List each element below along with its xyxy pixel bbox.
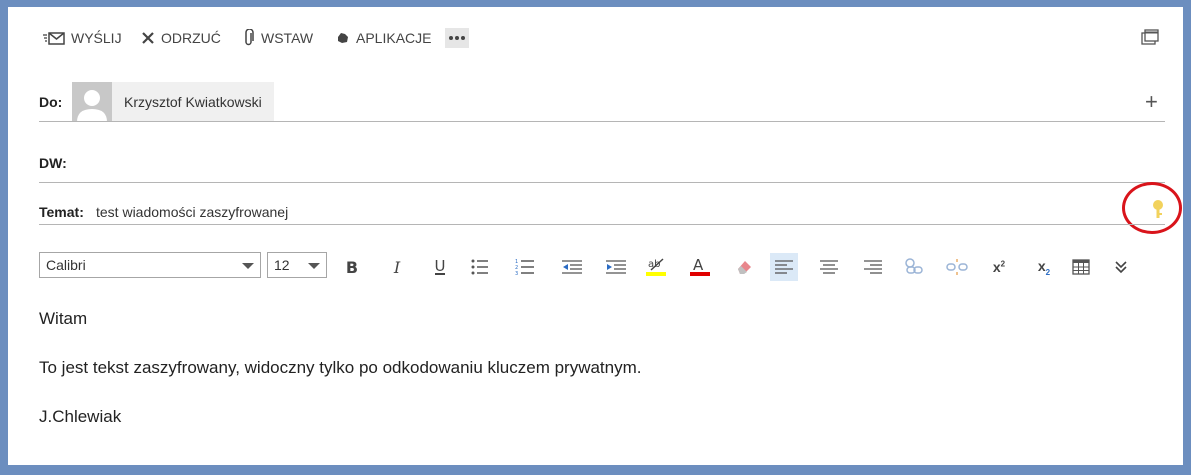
send-label: WYŚLIJ [71, 30, 122, 46]
paperclip-icon [245, 29, 254, 46]
message-line: To jest tekst zaszyfrowany, widoczny tyl… [39, 358, 642, 377]
insert-label: WSTAW [261, 30, 314, 46]
font-select[interactable]: Calibri [39, 252, 261, 278]
cc-label: DW: [39, 155, 67, 171]
numbering-button[interactable]: 1 2 3 [511, 253, 539, 281]
align-left-icon [775, 260, 793, 274]
apps-icon [338, 33, 348, 43]
insert-button[interactable]: WSTAW [243, 23, 313, 53]
svg-text:3: 3 [515, 271, 518, 276]
more-formatting-button[interactable] [1107, 253, 1135, 281]
underline-button[interactable]: U [426, 253, 454, 281]
outdent-icon [562, 260, 582, 274]
recipient-chip[interactable]: Krzysztof Kwiatkowski [72, 82, 274, 122]
message-line: Witam [39, 309, 88, 328]
chevron-down-icon [242, 263, 254, 269]
chevron-down-icon [308, 263, 320, 269]
link-icon [905, 258, 923, 274]
send-button[interactable]: WYŚLIJ [43, 23, 122, 53]
double-chevron-down-icon [1115, 261, 1127, 274]
cc-divider [39, 182, 1165, 183]
numbered-list-icon: 1 2 3 [515, 259, 534, 276]
subject-label: Temat: [39, 204, 84, 220]
avatar [72, 82, 112, 122]
send-icon [43, 32, 65, 45]
highlight-icon: ab [646, 258, 666, 276]
font-color-icon: A [690, 256, 710, 276]
remove-link-button[interactable] [943, 253, 971, 281]
to-label: Do: [39, 94, 63, 110]
superscript-button[interactable]: x2 [985, 253, 1013, 281]
svg-text:A: A [693, 256, 704, 274]
subscript-icon: x2 [1037, 257, 1051, 277]
discard-button[interactable]: ODRZUĆ [141, 23, 221, 53]
unlink-icon [946, 259, 968, 275]
discard-icon [142, 32, 154, 44]
bullets-button[interactable] [466, 253, 494, 281]
indent-icon [606, 260, 626, 274]
decrease-indent-button[interactable] [558, 253, 586, 281]
increase-indent-button[interactable] [602, 253, 630, 281]
svg-text:ab: ab [648, 259, 660, 270]
popout-icon [1141, 29, 1159, 45]
italic-icon: I [393, 257, 401, 277]
discard-label: ODRZUĆ [161, 30, 221, 46]
table-icon [1072, 259, 1090, 275]
message-line: J.Chlewiak [39, 407, 122, 426]
align-right-icon [864, 260, 882, 274]
command-bar: WYŚLIJ ODRZUĆ WSTAW APLIKACJE [8, 23, 1183, 53]
font-value: Calibri [46, 257, 86, 273]
bullet-list-icon [471, 259, 488, 275]
to-divider [39, 121, 1165, 122]
align-center-icon [820, 260, 838, 274]
align-center-button[interactable] [815, 253, 843, 281]
font-size-value: 12 [274, 257, 290, 273]
cc-field[interactable] [78, 147, 1158, 179]
add-recipient-icon[interactable]: + [1145, 91, 1158, 113]
more-button[interactable] [445, 28, 469, 48]
recipient-name: Krzysztof Kwiatkowski [124, 94, 262, 110]
font-size-select[interactable]: 12 [267, 252, 327, 278]
font-color-button[interactable]: A [686, 253, 714, 281]
apps-label: APLIKACJE [356, 30, 432, 46]
insert-table-button[interactable] [1067, 253, 1095, 281]
apps-button[interactable]: APLIKACJE [336, 23, 431, 53]
bold-icon: B [345, 257, 359, 277]
annotation-circle [1122, 182, 1182, 234]
subject-field[interactable]: test wiadomości zaszyfrowanej [96, 204, 288, 220]
insert-link-button[interactable] [900, 253, 928, 281]
subject-divider [39, 224, 1165, 225]
superscript-icon: x2 [992, 259, 1006, 275]
highlight-button[interactable]: ab [642, 253, 670, 281]
bold-button[interactable]: B [338, 253, 366, 281]
eraser-icon [738, 261, 751, 274]
compose-window: WYŚLIJ ODRZUĆ WSTAW APLIKACJE Do: Krzysz… [8, 7, 1183, 465]
subscript-button[interactable]: x2 [1030, 253, 1058, 281]
italic-button[interactable]: I [383, 253, 411, 281]
popout-button[interactable] [1141, 29, 1159, 50]
underline-icon: U [434, 257, 446, 275]
more-icon [449, 36, 465, 40]
message-body[interactable]: Witam To jest tekst zaszyfrowany, widocz… [8, 297, 1183, 457]
format-toolbar: Calibri 12 B I U 1 2 3 ab A x2 x2 [39, 252, 1139, 281]
align-left-button[interactable] [770, 253, 798, 281]
align-right-button[interactable] [859, 253, 887, 281]
clear-format-button[interactable] [730, 253, 758, 281]
